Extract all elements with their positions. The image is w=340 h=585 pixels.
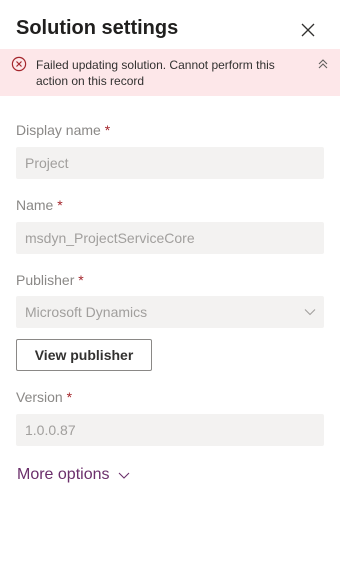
publisher-dropdown[interactable]: Microsoft Dynamics	[16, 296, 324, 328]
panel-title: Solution settings	[16, 17, 179, 39]
publisher-label: Publisher *	[16, 270, 84, 290]
name-label: Name *	[16, 195, 63, 215]
publisher-label-text: Publisher	[16, 272, 75, 288]
view-publisher-button[interactable]: View publisher	[16, 339, 152, 371]
display-name-value: Project	[25, 155, 69, 171]
close-button[interactable]	[294, 16, 322, 44]
chevron-down-icon	[304, 309, 316, 316]
more-options-label: More options	[17, 466, 110, 483]
collapse-error-button[interactable]	[312, 55, 334, 73]
name-label-text: Name	[16, 197, 54, 213]
version-field[interactable]: 1.0.0.87	[16, 414, 324, 446]
name-field[interactable]: msdyn_ProjectServiceCore	[16, 222, 324, 254]
required-marker: *	[104, 122, 111, 138]
name-value: msdyn_ProjectServiceCore	[25, 230, 195, 246]
required-marker: *	[57, 197, 63, 213]
error-circle-icon	[11, 56, 27, 72]
error-message-text: Failed updating solution. Cannot perform…	[36, 58, 275, 88]
publisher-value: Microsoft Dynamics	[25, 304, 148, 320]
version-value: 1.0.0.87	[25, 422, 76, 438]
more-options-toggle[interactable]: More options	[17, 466, 130, 484]
display-name-field[interactable]: Project	[16, 147, 324, 179]
panel-header: Solution settings	[0, 0, 340, 50]
version-label: Version *	[16, 387, 72, 407]
chevron-down-icon	[118, 472, 129, 479]
chevron-double-up-icon	[318, 59, 328, 69]
version-label-text: Version	[16, 389, 63, 405]
display-name-label-text: Display name	[16, 122, 101, 138]
required-marker: *	[78, 272, 84, 288]
close-icon	[301, 23, 315, 37]
display-name-label: Display name *	[16, 120, 110, 140]
required-marker: *	[66, 389, 73, 405]
